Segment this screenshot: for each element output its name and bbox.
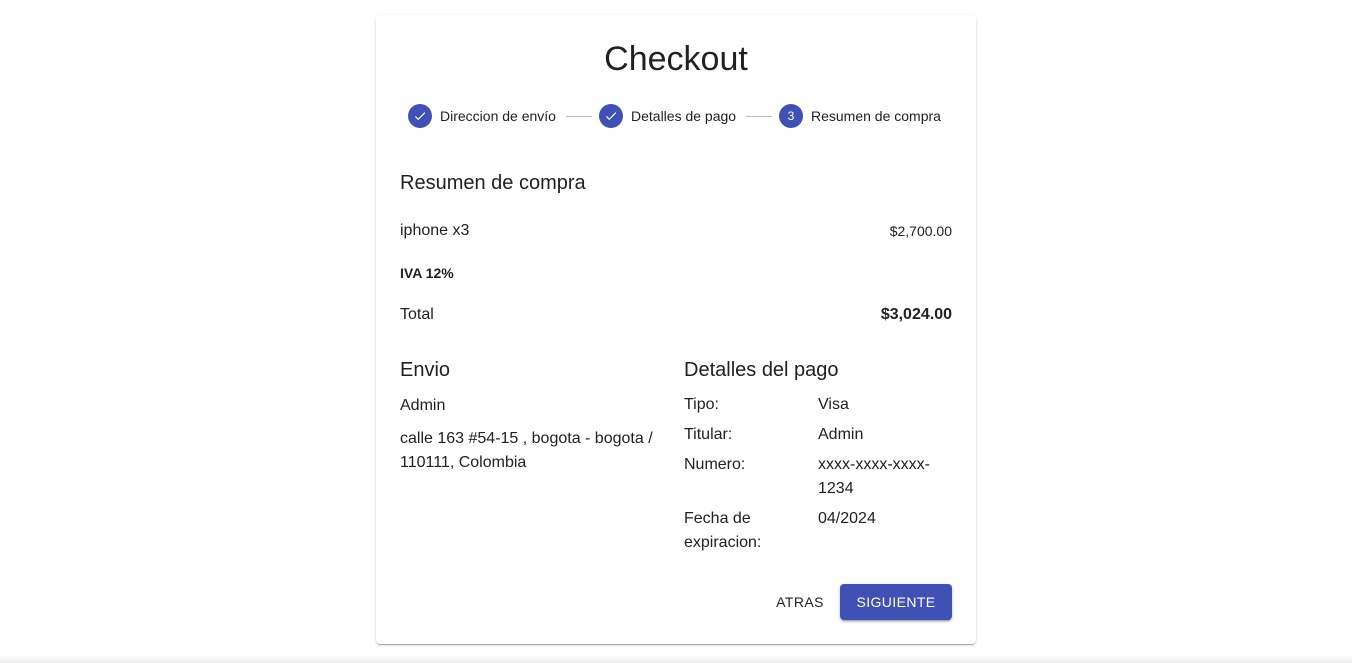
step-label: Direccion de envío: [440, 108, 556, 124]
payment-value: 04/2024: [818, 510, 876, 527]
payment-row: Numero: xxxx-xxxx-xxxx-1234: [684, 453, 952, 507]
check-icon: [408, 104, 432, 128]
step-shipping-address: Direccion de envío: [408, 104, 556, 128]
page-title: Checkout: [604, 40, 748, 78]
step-connector: [566, 116, 592, 117]
step-label: Resumen de compra: [811, 108, 941, 124]
payment-label: Numero:: [684, 456, 746, 473]
step-label: Detalles de pago: [631, 108, 737, 124]
payment-row: Tipo: Visa: [684, 393, 952, 423]
payment-label: Tipo:: [684, 396, 719, 413]
step-payment-details: Detalles de pago: [599, 104, 736, 128]
payment-row: Titular: Admin: [684, 423, 952, 453]
checkout-stepper: Direccion de envío Detalles de pago 3 Re…: [376, 104, 976, 128]
total-label: Total: [400, 306, 434, 323]
check-icon: [599, 104, 623, 128]
payment-value: Visa: [818, 396, 849, 413]
item-price: $2,700.00: [889, 223, 952, 239]
payment-value: xxxx-xxxx-xxxx-1234: [818, 456, 930, 497]
payment-details-grid: Tipo: Visa Titular: Admin Numero: xxxx-x…: [684, 393, 952, 561]
next-button[interactable]: Siguiente: [840, 584, 952, 620]
back-button[interactable]: Atras: [765, 584, 835, 620]
step-number: 3: [779, 104, 803, 128]
payment-label: Titular:: [684, 426, 733, 443]
shipping-name: Admin: [400, 397, 446, 414]
shipping-address: calle 163 #54-15 , bogota - bogota / 110…: [400, 430, 653, 471]
payment-heading: Detalles del pago: [684, 359, 839, 381]
step-connector: [746, 116, 772, 117]
item-name: iphone x3: [400, 222, 470, 239]
summary-heading: Resumen de compra: [400, 172, 586, 194]
payment-row: Fecha de expiracion: 04/2024: [684, 507, 952, 561]
total-value: $3,024.00: [880, 306, 952, 323]
tax-label: IVA 12%: [400, 265, 454, 281]
page-bottom-shadow: [0, 655, 1352, 663]
payment-value: Admin: [818, 426, 864, 443]
payment-label: Fecha de expiracion:: [684, 510, 762, 551]
checkout-card: Checkout Direccion de envío Detalles de …: [376, 15, 976, 644]
step-purchase-summary: 3 Resumen de compra: [779, 104, 941, 128]
shipping-heading: Envio: [400, 359, 451, 381]
